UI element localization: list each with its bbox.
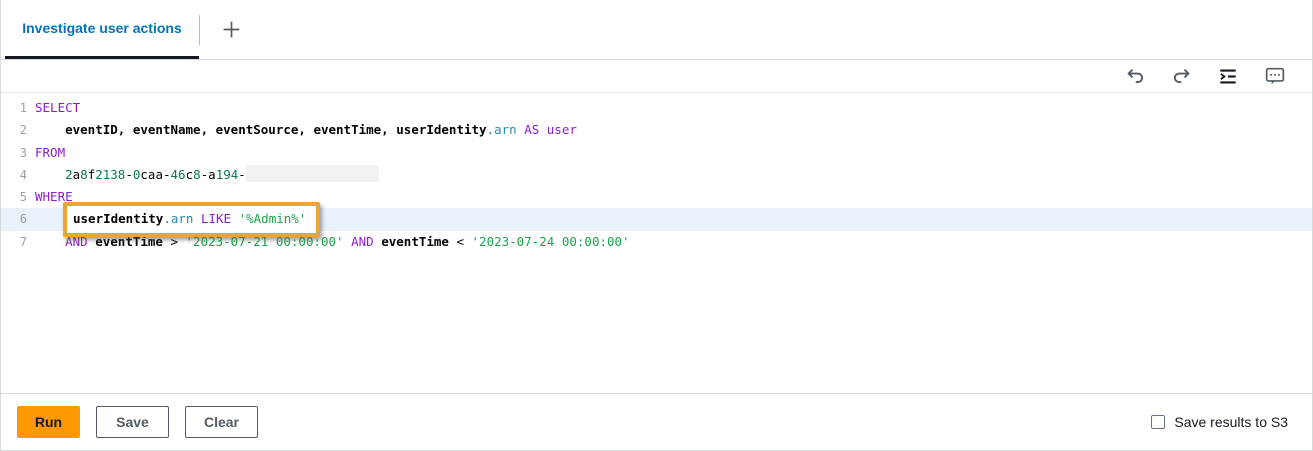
code-token: 8 (80, 167, 88, 182)
code-token: '%Admin%' (239, 211, 307, 226)
editor-tab-bar: Investigate user actions (1, 0, 1312, 60)
line-number: 2 (1, 119, 27, 141)
save-results-s3-label: Save results to S3 (1174, 414, 1288, 430)
line-content: eventID, eventName, eventSource, eventTi… (35, 122, 577, 137)
code-token: LIKE (201, 211, 231, 226)
add-tab-button[interactable] (200, 0, 262, 59)
line-content: SELECT (35, 100, 80, 115)
code-token (35, 167, 65, 182)
code-token: FROM (35, 145, 65, 160)
code-token: 194 (216, 167, 239, 182)
code-token (539, 122, 547, 137)
editor-toolbar (1, 60, 1312, 93)
code-token: 2 (65, 167, 73, 182)
save-results-s3-option[interactable]: Save results to S3 (1151, 414, 1288, 430)
comment-icon (1265, 67, 1285, 86)
code-token: user (547, 122, 577, 137)
format-indent-icon (1218, 67, 1238, 86)
redo-button[interactable] (1172, 67, 1191, 86)
line-number: 4 (1, 164, 27, 186)
code-token (35, 234, 65, 249)
line-number: 1 (1, 97, 27, 119)
line-number: 5 (1, 186, 27, 208)
editor-footer: Run Save Clear Save results to S3 (1, 393, 1312, 449)
code-token: '2023-07-24 00:00:00' (472, 234, 630, 249)
code-line[interactable]: 6 userIdentity.arn LIKE '%Admin%' (1, 208, 1312, 230)
line-number: 6 (1, 208, 27, 230)
code-line[interactable]: 4 2a8f2138-0caa-46c8-a194- (1, 164, 1312, 186)
redacted-text (246, 165, 379, 182)
code-token (193, 211, 201, 226)
tab-label: Investigate user actions (22, 20, 182, 36)
code-token: - (163, 167, 171, 182)
save-results-s3-checkbox[interactable] (1151, 415, 1165, 429)
code-token: caa (140, 167, 163, 182)
run-button[interactable]: Run (17, 406, 80, 438)
code-token (35, 122, 65, 137)
line-content: 2a8f2138-0caa-46c8-a194- (35, 167, 379, 182)
highlight-annotation-box: userIdentity.arn LIKE '%Admin%' (63, 202, 320, 236)
code-token: < (449, 234, 472, 249)
line-content: userIdentity.arn LIKE '%Admin%' (35, 211, 320, 226)
code-token: AS (524, 122, 539, 137)
plus-icon (221, 19, 242, 40)
code-token: 8 (193, 167, 201, 182)
code-token: .arn (163, 211, 193, 226)
code-line[interactable]: 3 FROM (1, 142, 1312, 164)
code-token (231, 211, 239, 226)
code-token: eventTime (381, 234, 449, 249)
query-editor-panel: Investigate user actions (0, 0, 1313, 451)
line-number: 7 (1, 231, 27, 253)
code-token: eventID, eventName, eventSource, eventTi… (65, 122, 486, 137)
code-token: .arn (487, 122, 517, 137)
code-token: c (186, 167, 194, 182)
code-token: a (208, 167, 216, 182)
code-token: - (125, 167, 133, 182)
undo-button[interactable] (1126, 67, 1145, 86)
line-number: 3 (1, 142, 27, 164)
code-token: SELECT (35, 100, 80, 115)
code-token: AND (351, 234, 374, 249)
line-content: FROM (35, 145, 65, 160)
redo-icon (1172, 67, 1191, 86)
comment-button[interactable] (1265, 67, 1285, 86)
undo-icon (1126, 67, 1145, 86)
code-lines: 1 SELECT 2 eventID, eventName, eventSource… (1, 97, 1312, 253)
code-line[interactable]: 2 eventID, eventName, eventSource, event… (1, 119, 1312, 141)
code-token: - (238, 167, 246, 182)
code-token (344, 234, 352, 249)
code-token: userIdentity (73, 211, 163, 226)
clear-button[interactable]: Clear (185, 406, 258, 438)
sql-editor[interactable]: 1 SELECT 2 eventID, eventName, eventSource… (1, 93, 1312, 393)
save-button[interactable]: Save (96, 406, 169, 438)
code-line[interactable]: 1 SELECT (1, 97, 1312, 119)
code-token: 2138 (95, 167, 125, 182)
tab-investigate-user-actions[interactable]: Investigate user actions (5, 0, 199, 59)
format-code-button[interactable] (1218, 67, 1238, 86)
code-token: 46 (171, 167, 186, 182)
